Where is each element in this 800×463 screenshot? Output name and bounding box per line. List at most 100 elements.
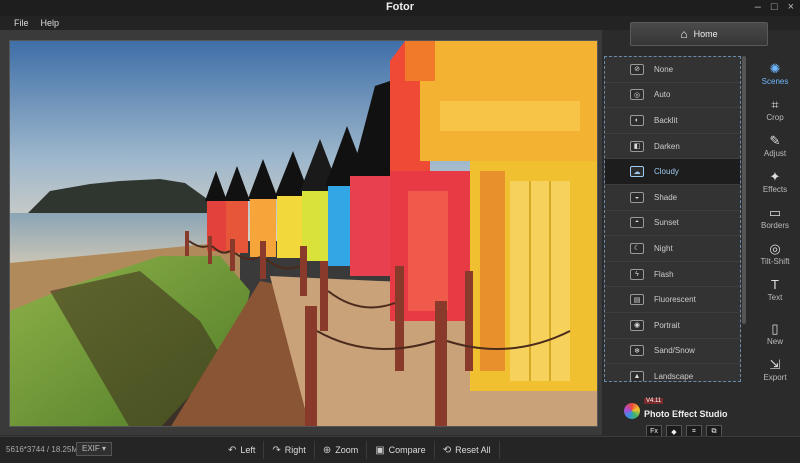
scene-cloudy-icon: ☁ (630, 166, 644, 178)
reset-all-label: Reset All (455, 445, 491, 455)
scene-item-label: Backlit (654, 115, 678, 125)
right-icon: ↷ (272, 444, 281, 456)
close-button[interactable]: × (788, 1, 794, 13)
compare-icon: ▣ (375, 444, 385, 456)
adjust-icon: ✎ (769, 133, 781, 148)
compare-button[interactable]: ▣ Compare (367, 441, 435, 459)
scene-item-sunset[interactable]: ◓ Sunset (605, 211, 740, 237)
crop-icon: ⌗ (771, 97, 779, 112)
scene-item-fluorescent[interactable]: ▤ Fluorescent (605, 287, 740, 313)
scene-sunset-icon: ◓ (630, 217, 644, 229)
scene-backlit-icon: ◐ (630, 114, 644, 126)
scene-item-label: Darken (654, 141, 680, 151)
scene-item-label: Sand/Snow (654, 346, 695, 356)
scene-item-label: Flash (654, 269, 674, 279)
scenes-panel: ⊘ None ◎ Auto ◐ Backlit ◧ Darken ☁ Cloudy ◒ Shade ◓ S… (604, 56, 741, 382)
scenes-list: ⊘ None ◎ Auto ◐ Backlit ◧ Darken ☁ Cloudy ◒ Shade ◓ S… (605, 57, 740, 381)
scene-item-portrait[interactable]: ◉ Portrait (605, 313, 740, 339)
tool-label: Scenes (761, 77, 789, 86)
scenes-scrollbar[interactable] (742, 56, 746, 324)
image-info: 5616*3744 / 18.25MB (6, 445, 84, 454)
photo-effect-studio-promo[interactable]: V4.11 Photo Effect Studio Fx ◆ ⌗ ⧉ (604, 398, 754, 438)
compare-label: Compare (388, 445, 426, 455)
photo-effect-studio-logo-icon (624, 403, 640, 419)
scene-item-label: Shade (654, 192, 678, 202)
scene-item-none[interactable]: ⊘ None (605, 57, 740, 83)
menu-file[interactable]: File (14, 18, 29, 28)
tool-column: ✺ Scenes ⌗ Crop ✎ Adjust ✦ Effects ▭ Borders ◎ Tilt… (750, 56, 800, 388)
app-title: Fotor (385, 1, 415, 13)
zoom-label: Zoom (335, 445, 359, 455)
scene-item-backlit[interactable]: ◐ Backlit (605, 108, 740, 134)
window-controls: – □ × (755, 1, 794, 13)
scene-item-label: None (654, 64, 674, 74)
promo-version: V4.11 (644, 398, 664, 404)
scene-item-label: Landscape (654, 371, 694, 381)
scene-item-label: Portrait (654, 320, 680, 330)
home-button[interactable]: ⌂ Home (630, 22, 768, 46)
tool-scenes[interactable]: ✺ Scenes (750, 56, 800, 92)
tool-label: Adjust (763, 149, 787, 158)
export-icon: ⇲ (769, 357, 781, 372)
tool-label: Text (767, 293, 783, 302)
scene-none-icon: ⊘ (630, 63, 644, 75)
tool-label: Crop (766, 113, 784, 122)
scene-item-sand-snow[interactable]: ❄ Sand/Snow (605, 339, 740, 365)
tool-label: New (766, 337, 783, 346)
title-bar: Fotor – □ × (0, 0, 800, 16)
scene-landscape-icon: ▲ (630, 370, 644, 381)
left-label: Left (240, 445, 256, 455)
scene-item-auto[interactable]: ◎ Auto (605, 83, 740, 109)
new-icon: ▯ (771, 321, 779, 336)
minimize-button[interactable]: – (755, 1, 761, 13)
scene-item-label: Sunset (654, 218, 679, 228)
scene-item-darken[interactable]: ◧ Darken (605, 134, 740, 160)
right-button[interactable]: ↷ Right (264, 441, 315, 459)
reset-all-icon: ⟲ (442, 444, 452, 456)
borders-icon: ▭ (768, 205, 782, 220)
tool-new[interactable]: ▯ New (750, 316, 800, 352)
left-icon: ↶ (228, 444, 237, 456)
tool-effects[interactable]: ✦ Effects (750, 164, 800, 200)
text-icon: T (771, 277, 779, 292)
bottom-tools: ↶ Left ↷ Right ⊕ Zoom ▣ Compare ⟲ Reset All (220, 441, 500, 459)
photo-preview[interactable] (9, 40, 598, 427)
menu-help[interactable]: Help (41, 18, 60, 28)
scenes-icon: ✺ (769, 61, 781, 76)
scene-item-cloudy[interactable]: ☁ Cloudy (605, 159, 740, 185)
zoom-button[interactable]: ⊕ Zoom (315, 441, 368, 459)
beach-huts-photo (10, 41, 597, 426)
scene-night-icon: ☾ (630, 242, 644, 254)
maximize-button[interactable]: □ (771, 1, 778, 13)
scene-item-label: Cloudy (654, 167, 679, 177)
scene-flash-icon: ϟ (630, 268, 644, 280)
scene-item-label: Night (654, 243, 673, 253)
tool-adjust[interactable]: ✎ Adjust (750, 128, 800, 164)
scene-item-landscape[interactable]: ▲ Landscape (605, 364, 740, 381)
promo-title: Photo Effect Studio (644, 409, 728, 419)
scene-fluorescent-icon: ▤ (630, 294, 644, 306)
home-icon: ⌂ (680, 27, 688, 41)
scene-auto-icon: ◎ (630, 89, 644, 101)
tool-export[interactable]: ⇲ Export (750, 352, 800, 388)
tool-label: Borders (760, 221, 789, 230)
tool-text[interactable]: T Text (750, 272, 800, 308)
home-button-label: Home (693, 29, 718, 39)
tool-crop[interactable]: ⌗ Crop (750, 92, 800, 128)
scene-item-flash[interactable]: ϟ Flash (605, 262, 740, 288)
left-button[interactable]: ↶ Left (220, 441, 265, 459)
tool-borders[interactable]: ▭ Borders (750, 200, 800, 236)
tool-label: Export (763, 373, 787, 382)
tool-tilt-shift[interactable]: ◎ Tilt-Shift (750, 236, 800, 272)
scene-portrait-icon: ◉ (630, 319, 644, 331)
scene-item-night[interactable]: ☾ Night (605, 236, 740, 262)
exif-button[interactable]: EXIF ▾ (76, 442, 113, 456)
reset-all-button[interactable]: ⟲ Reset All (435, 441, 500, 459)
scene-sand-snow-icon: ❄ (630, 345, 644, 357)
effects-icon: ✦ (769, 169, 781, 184)
canvas-area (0, 30, 602, 435)
scene-item-label: Fluorescent (654, 295, 696, 305)
scene-item-label: Auto (654, 90, 671, 100)
scene-darken-icon: ◧ (630, 140, 644, 152)
scene-item-shade[interactable]: ◒ Shade (605, 185, 740, 211)
